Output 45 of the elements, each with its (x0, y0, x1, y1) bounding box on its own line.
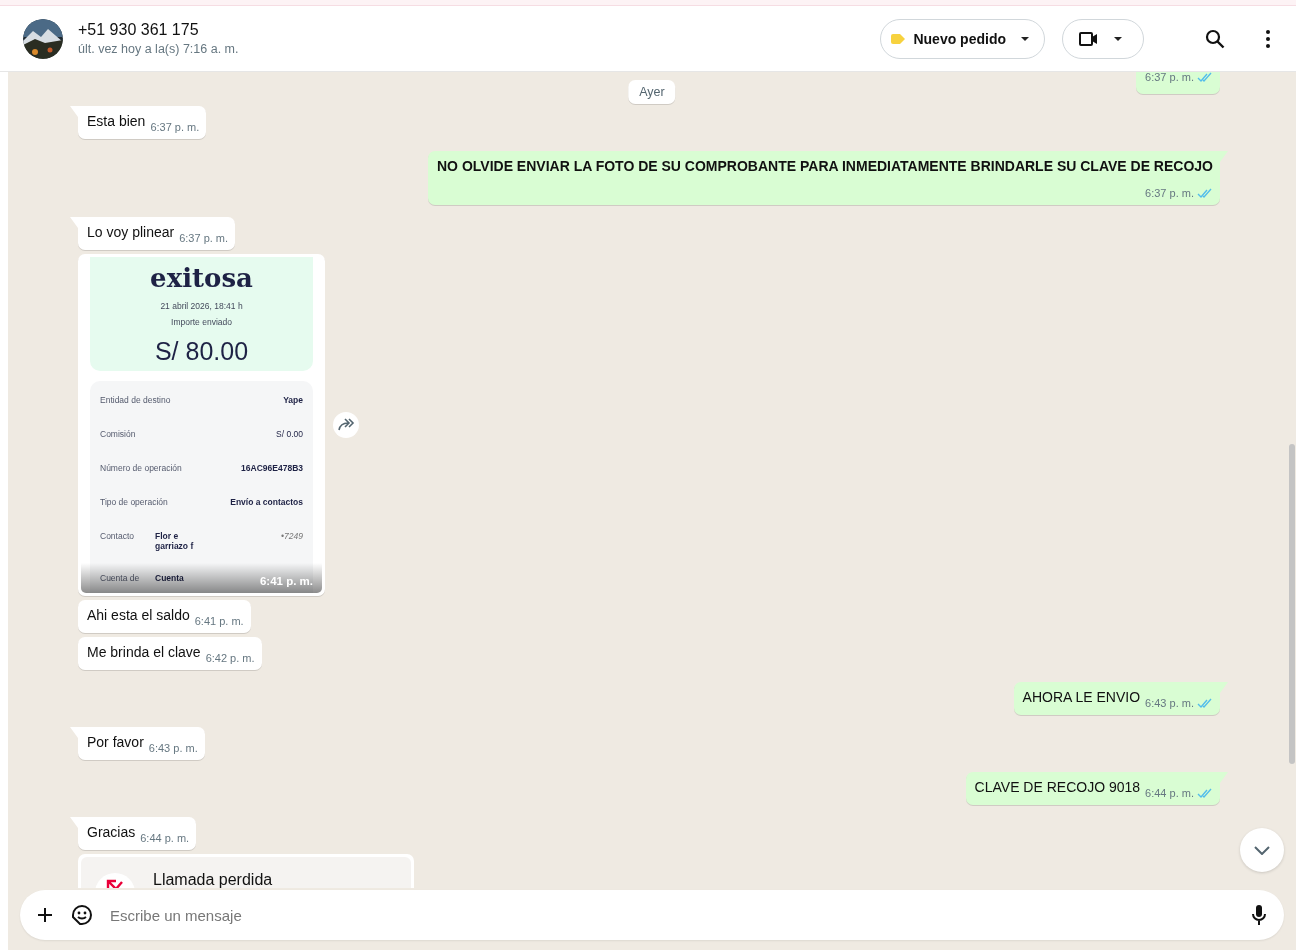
message-text: Ahi esta el saldo (87, 607, 190, 623)
contact-name: +51 930 361 175 (78, 21, 200, 39)
message-time: 6:41 p. m. (194, 614, 244, 629)
receipt-label: Cuenta de (100, 573, 141, 583)
message-field[interactable]: Escribe un mensaje (20, 890, 1284, 940)
message-text: Me brinda el clave (87, 644, 201, 660)
message-time: 6:37 p. m. (1145, 186, 1194, 201)
message-time: 6:43 p. m. (148, 741, 198, 756)
receipt-value: Cuenta (155, 573, 185, 583)
message-time: 6:41 p. m. (259, 575, 313, 587)
receipt-value: Envío a contactos (230, 497, 303, 507)
receipt-value: S/ 0.00 (276, 429, 303, 439)
amount-label: Importe enviado (171, 317, 232, 327)
receipt-value: Yape (283, 395, 303, 405)
message-text: NO OLVIDE ENVIAR LA FOTO DE SU COMPROBANTE PARA INMEDIATAMENTE BRINDARLE SU CLAVE DE RECOJO (437, 158, 1213, 174)
receipt-label: Entidad de destino (100, 395, 172, 405)
receipt-title: exitosa (150, 263, 253, 293)
message-text: AHORA LE ENVIO (1022, 689, 1141, 705)
receipt-label: Tipo de operación (100, 497, 169, 507)
message-text: Lo voy plinear (87, 224, 175, 240)
message-text: CLAVE DE RECOJO 9018 (974, 779, 1141, 795)
receipt-label: Comisión (100, 429, 137, 439)
last-seen-status: últ. vez hoy a la(s) 7:16 a. m. (78, 42, 240, 56)
message-time: 6:43 p. m. (1145, 696, 1194, 711)
receipt-date: 21 abril 2026, 18:41 h (160, 301, 243, 311)
message-time: 6:37 p. m. (1145, 72, 1194, 85)
missed-call-card[interactable]: Llamada perdida (78, 854, 414, 888)
message-text: Por favor (87, 734, 144, 750)
receipt-value: 16AC96E478B3 (241, 463, 303, 473)
message-time: 6:37 p. m. (150, 120, 200, 135)
amount: S/ 80.00 (154, 337, 249, 366)
receipt-label: Contacto (100, 531, 136, 541)
message-time: 6:44 p. m. (140, 831, 190, 846)
message-text: Gracias (87, 824, 136, 840)
message-time: 6:42 p. m. (205, 651, 255, 666)
receipt-value: •7249 (281, 531, 303, 541)
label-dropdown[interactable]: Nuevo pedido (880, 18, 1045, 59)
date-chip: Ayer (628, 80, 676, 104)
message-input[interactable]: Escribe un mensaje (108, 905, 1236, 925)
receipt-label: Número de operación (100, 463, 183, 473)
message-text: Esta bien (87, 113, 146, 129)
call-label: Llamada perdida (153, 871, 273, 888)
receipt-value: Flor e garriazo f (155, 531, 195, 551)
message-time: 6:44 p. m. (1145, 786, 1194, 801)
message-time: 6:37 p. m. (179, 231, 229, 246)
